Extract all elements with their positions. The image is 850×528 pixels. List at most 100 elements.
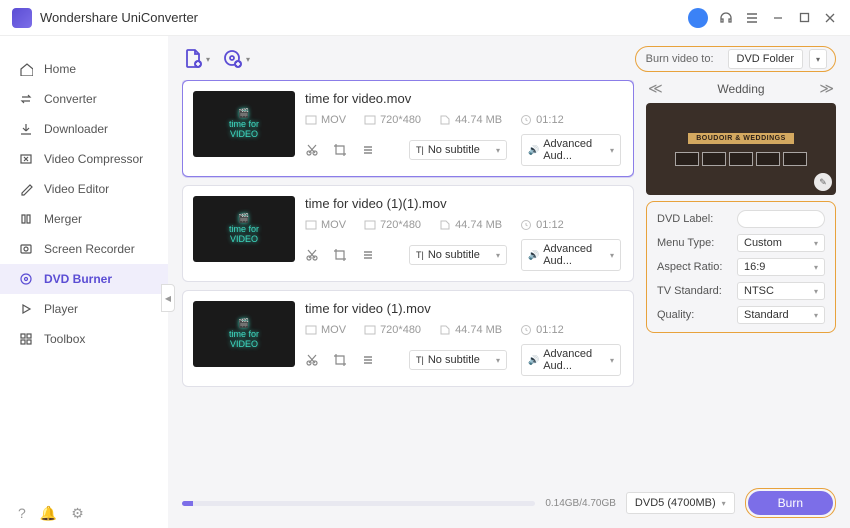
minimize-icon[interactable]: [770, 10, 786, 26]
titlebar: Wondershare UniConverter: [0, 0, 850, 36]
sidebar-item-toolbox[interactable]: Toolbox: [0, 324, 168, 354]
file-duration: 01:12: [520, 114, 564, 126]
sidebar-item-screen-recorder[interactable]: Screen Recorder: [0, 234, 168, 264]
sidebar-item-label: Toolbox: [44, 332, 85, 346]
template-next-icon[interactable]: ≫: [819, 80, 834, 97]
merge-icon: [18, 211, 34, 227]
sidebar-item-label: Player: [44, 302, 78, 316]
aspect-ratio-select[interactable]: 16:9▾: [737, 258, 825, 276]
sidebar-item-player[interactable]: Player: [0, 294, 168, 324]
sidebar-item-home[interactable]: Home: [0, 54, 168, 84]
menu-icon[interactable]: [744, 10, 760, 26]
compress-icon: [18, 151, 34, 167]
bell-icon[interactable]: 🔔: [40, 505, 57, 522]
file-list: 🎬time forVIDEO time for video.mov MOV 720*4…: [182, 80, 634, 476]
sidebar-item-label: Screen Recorder: [44, 242, 135, 256]
convert-icon: [18, 91, 34, 107]
audio-select[interactable]: 🔊Advanced Aud...▾: [521, 239, 621, 271]
file-thumbnail: 🎬time forVIDEO: [193, 196, 295, 262]
file-duration: 01:12: [520, 219, 564, 231]
sidebar-item-label: Merger: [44, 212, 82, 226]
audio-select[interactable]: 🔊Advanced Aud...▾: [521, 344, 621, 376]
file-resolution: 720*480: [364, 324, 421, 336]
menu-type-label: Menu Type:: [657, 237, 714, 249]
file-format: MOV: [305, 219, 346, 231]
burn-destination-group: Burn video to: DVD Folder ▾: [635, 46, 836, 72]
trim-icon[interactable]: [305, 353, 319, 367]
download-icon: [18, 121, 34, 137]
file-card[interactable]: 🎬time forVIDEOtime for video.movMOV720*4…: [182, 80, 634, 177]
collapse-sidebar-button[interactable]: ◀: [161, 284, 175, 312]
sidebar-item-converter[interactable]: Converter: [0, 84, 168, 114]
sidebar-item-downloader[interactable]: Downloader: [0, 114, 168, 144]
edit-template-icon[interactable]: ✎: [814, 173, 832, 191]
file-name: time for video (1).mov: [305, 301, 623, 316]
maximize-icon[interactable]: [796, 10, 812, 26]
home-icon: [18, 61, 34, 77]
sidebar-item-label: DVD Burner: [44, 272, 112, 286]
more-icon[interactable]: [361, 353, 375, 367]
trim-icon[interactable]: [305, 143, 319, 157]
file-resolution: 720*480: [364, 219, 421, 231]
file-name: time for video.mov: [305, 91, 623, 106]
file-thumbnail: 🎬time forVIDEO: [193, 91, 295, 157]
sidebar-item-label: Video Editor: [44, 182, 109, 196]
toolbox-icon: [18, 331, 34, 347]
help-icon[interactable]: ?: [18, 505, 26, 522]
sidebar-item-video-compressor[interactable]: Video Compressor: [0, 144, 168, 174]
tv-standard-label: TV Standard:: [657, 285, 722, 297]
sidebar-item-label: Home: [44, 62, 76, 76]
add-disc-button[interactable]: ▾: [222, 48, 250, 70]
file-card[interactable]: 🎬time forVIDEOtime for video (1).movMOV7…: [182, 290, 634, 387]
tv-standard-select[interactable]: NTSC▾: [737, 282, 825, 300]
close-icon[interactable]: [822, 10, 838, 26]
dvd-label-input[interactable]: [737, 210, 825, 228]
burn-button[interactable]: Burn: [748, 491, 833, 515]
quality-label: Quality:: [657, 309, 694, 321]
file-thumbnail: 🎬time forVIDEO: [193, 301, 295, 367]
destination-dropdown-icon[interactable]: ▾: [809, 49, 827, 69]
more-icon[interactable]: [361, 248, 375, 262]
crop-icon[interactable]: [333, 143, 347, 157]
crop-icon[interactable]: [333, 248, 347, 262]
main-panel: ▾ ▾ Burn video to: DVD Folder ▾ 🎬time fo…: [168, 36, 850, 528]
settings-icon[interactable]: ⚙: [71, 505, 84, 522]
template-prev-icon[interactable]: ≪: [648, 80, 663, 97]
size-text: 0.14GB/4.70GB: [545, 498, 616, 509]
file-name: time for video (1)(1).mov: [305, 196, 623, 211]
sidebar-item-dvd-burner[interactable]: DVD Burner: [0, 264, 168, 294]
destination-select[interactable]: DVD Folder: [728, 49, 803, 69]
file-duration: 01:12: [520, 324, 564, 336]
crop-icon[interactable]: [333, 353, 347, 367]
trim-icon[interactable]: [305, 248, 319, 262]
headset-icon[interactable]: [718, 10, 734, 26]
sidebar: Home ConverterDownloader Video Compressor V…: [0, 36, 168, 528]
add-file-button[interactable]: ▾: [182, 48, 210, 70]
file-size: 44.74 MB: [439, 219, 502, 231]
template-name: Wedding: [717, 82, 764, 96]
template-slot: [783, 152, 807, 166]
template-settings-pane: ≪ Wedding ≫ BOUDOIR & WEDDINGS ✎: [646, 80, 836, 476]
disc-type-select[interactable]: DVD5 (4700MB)▾: [626, 492, 735, 514]
audio-select[interactable]: 🔊Advanced Aud...▾: [521, 134, 621, 166]
sidebar-item-merger[interactable]: Merger: [0, 204, 168, 234]
file-resolution: 720*480: [364, 114, 421, 126]
more-icon[interactable]: [361, 143, 375, 157]
template-banner: BOUDOIR & WEDDINGS: [688, 133, 794, 144]
template-slot: [756, 152, 780, 166]
subtitle-select[interactable]: T|No subtitle▾: [409, 245, 507, 265]
file-card[interactable]: 🎬time forVIDEO time for video (1)(1).mov M…: [182, 185, 634, 282]
editor-icon: [18, 181, 34, 197]
template-slot: [702, 152, 726, 166]
sidebar-item-label: Video Compressor: [44, 152, 143, 166]
user-avatar-icon[interactable]: [688, 8, 708, 28]
record-icon: [18, 241, 34, 257]
size-progress: [182, 501, 535, 506]
burn-button-wrap: Burn: [745, 488, 836, 518]
sidebar-item-video-editor[interactable]: Video Editor: [0, 174, 168, 204]
subtitle-select[interactable]: T|No subtitle▾: [409, 350, 507, 370]
subtitle-select[interactable]: T|No subtitle▾: [409, 140, 507, 160]
quality-select[interactable]: Standard▾: [737, 306, 825, 324]
aspect-ratio-label: Aspect Ratio:: [657, 261, 722, 273]
menu-type-select[interactable]: Custom▾: [737, 234, 825, 252]
